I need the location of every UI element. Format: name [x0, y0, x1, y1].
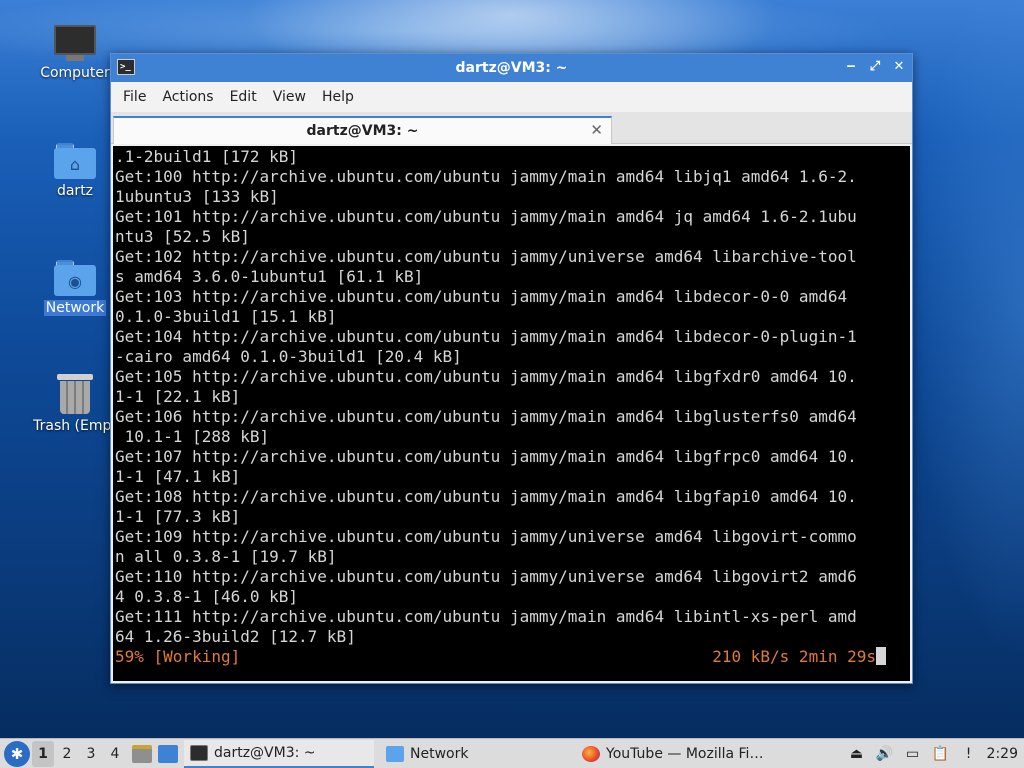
clock[interactable]: 2:29 [987, 746, 1018, 762]
menu-actions[interactable]: Actions [154, 85, 221, 109]
workspace-3[interactable]: 3 [80, 741, 102, 767]
terminal-line: ntu3 [52.5 kB] [115, 227, 250, 246]
window-title: dartz@VM3: ~ [455, 60, 568, 76]
menu-file[interactable]: File [115, 85, 154, 109]
folder-icon [386, 745, 404, 762]
terminal-line: .1-2build1 [172 kB] [115, 147, 299, 166]
terminal-line: Get:107 http://archive.ubuntu.com/ubuntu… [115, 447, 857, 466]
terminal-line: Get:104 http://archive.ubuntu.com/ubuntu… [115, 327, 857, 346]
trash-icon [57, 374, 93, 414]
tab-label: dartz@VM3: ~ [306, 123, 419, 139]
file-manager-launcher-icon[interactable] [132, 744, 152, 763]
tab-close-icon[interactable]: ✕ [590, 121, 603, 139]
terminal-line: Get:108 http://archive.ubuntu.com/ubuntu… [115, 487, 857, 506]
computer-icon [54, 25, 96, 61]
task-label: YouTube — Mozilla Fi… [606, 745, 764, 762]
terminal-line: n all 0.3.8-1 [19.7 kB] [115, 547, 337, 566]
network-status-icon[interactable]: ▭ [903, 745, 923, 763]
terminal-line: Get:110 http://archive.ubuntu.com/ubuntu… [115, 567, 857, 586]
desktop-icon-label: dartz [56, 183, 94, 199]
tab-terminal[interactable]: dartz@VM3: ~ ✕ [113, 116, 612, 144]
task-label: Network [410, 745, 469, 762]
menu-help[interactable]: Help [314, 85, 362, 109]
clipboard-icon[interactable]: 📋 [931, 745, 951, 763]
terminal-line: Get:102 http://archive.ubuntu.com/ubuntu… [115, 247, 857, 266]
workspace-4[interactable]: 4 [104, 741, 126, 767]
home-folder-icon: ⌂ [54, 143, 96, 179]
terminal-line: Get:109 http://archive.ubuntu.com/ubuntu… [115, 527, 857, 546]
terminal-line: 1-1 [47.1 kB] [115, 467, 241, 486]
terminal-line: 1-1 [22.1 kB] [115, 387, 241, 406]
text-cursor [876, 647, 886, 665]
desktop-icon-label: Network [43, 300, 107, 316]
update-notifier-icon[interactable]: ! [959, 745, 979, 763]
desktop-icon-home[interactable]: ⌂ dartz [27, 143, 123, 199]
task-network[interactable]: Network [380, 740, 570, 768]
volume-icon[interactable]: 🔊 [875, 745, 895, 763]
tab-bar: dartz@VM3: ~ ✕ [111, 112, 912, 144]
menu-edit[interactable]: Edit [222, 85, 265, 109]
close-button[interactable]: ✕ [892, 58, 906, 76]
terminal-icon [190, 744, 208, 761]
terminal-line: 0.1.0-3build1 [15.1 kB] [115, 307, 337, 326]
terminal-line: 1-1 [77.3 kB] [115, 507, 241, 526]
terminal-output[interactable]: .1-2build1 [172 kB] Get:100 http://archiv… [113, 146, 910, 681]
task-firefox[interactable]: YouTube — Mozilla Fi… [576, 740, 786, 768]
terminal-line: 64 1.26-3build2 [12.7 kB] [115, 627, 356, 646]
taskbar: ✱ 1 2 3 4 dartz@VM3: ~ Network YouTube —… [0, 738, 1024, 768]
window-titlebar[interactable]: >_ dartz@VM3: ~ ‒ ⤢ ✕ [111, 54, 912, 82]
desktop-icon-network[interactable]: ◉ Network [27, 260, 123, 316]
system-tray: ⏏ 🔊 ▭ 📋 ! 2:29 [847, 745, 1024, 763]
desktop-icon-computer[interactable]: Computer [27, 25, 123, 81]
network-folder-icon: ◉ [54, 260, 96, 296]
terminal-line: Get:103 http://archive.ubuntu.com/ubuntu… [115, 287, 848, 306]
task-terminal[interactable]: dartz@VM3: ~ [184, 739, 374, 768]
maximize-button[interactable]: ⤢ [868, 58, 882, 76]
task-label: dartz@VM3: ~ [214, 744, 316, 761]
terminal-line: 1ubuntu3 [133 kB] [115, 187, 279, 206]
menu-view[interactable]: View [265, 85, 314, 109]
minimize-button[interactable]: ‒ [844, 58, 858, 76]
terminal-line: Get:106 http://archive.ubuntu.com/ubuntu… [115, 407, 857, 426]
terminal-line: -cairo amd64 0.1.0-3build1 [20.4 kB] [115, 347, 462, 366]
terminal-line: s amd64 3.6.0-1ubuntu1 [61.1 kB] [115, 267, 424, 286]
progress-rate: 210 kB/s 2min 29s [712, 647, 886, 667]
start-menu-button[interactable]: ✱ [4, 740, 30, 767]
eject-icon[interactable]: ⏏ [847, 745, 867, 763]
terminal-line: Get:111 http://archive.ubuntu.com/ubuntu… [115, 607, 857, 626]
progress-status: 59% [Working] [115, 647, 241, 666]
menubar: File Actions Edit View Help [111, 82, 912, 112]
show-desktop-icon[interactable] [158, 744, 178, 763]
desktop-icon-label: Trash (Empt [33, 418, 117, 434]
apt-progress-line: 59% [Working] 210 kB/s 2min 29s [115, 647, 886, 667]
desktop-icon-label: Computer [40, 65, 110, 81]
terminal-app-icon[interactable]: >_ [117, 59, 135, 75]
terminal-line: Get:105 http://archive.ubuntu.com/ubuntu… [115, 367, 857, 386]
workspace-2[interactable]: 2 [56, 741, 78, 767]
workspace-1[interactable]: 1 [32, 740, 54, 767]
terminal-line: 10.1-1 [288 kB] [115, 427, 270, 446]
terminal-line: Get:100 http://archive.ubuntu.com/ubuntu… [115, 167, 857, 186]
terminal-line: Get:101 http://archive.ubuntu.com/ubuntu… [115, 207, 857, 226]
terminal-line: 4 0.3.8-1 [46.0 kB] [115, 587, 299, 606]
terminal-window: >_ dartz@VM3: ~ ‒ ⤢ ✕ File Actions Edit … [110, 53, 913, 684]
firefox-icon [582, 745, 600, 762]
